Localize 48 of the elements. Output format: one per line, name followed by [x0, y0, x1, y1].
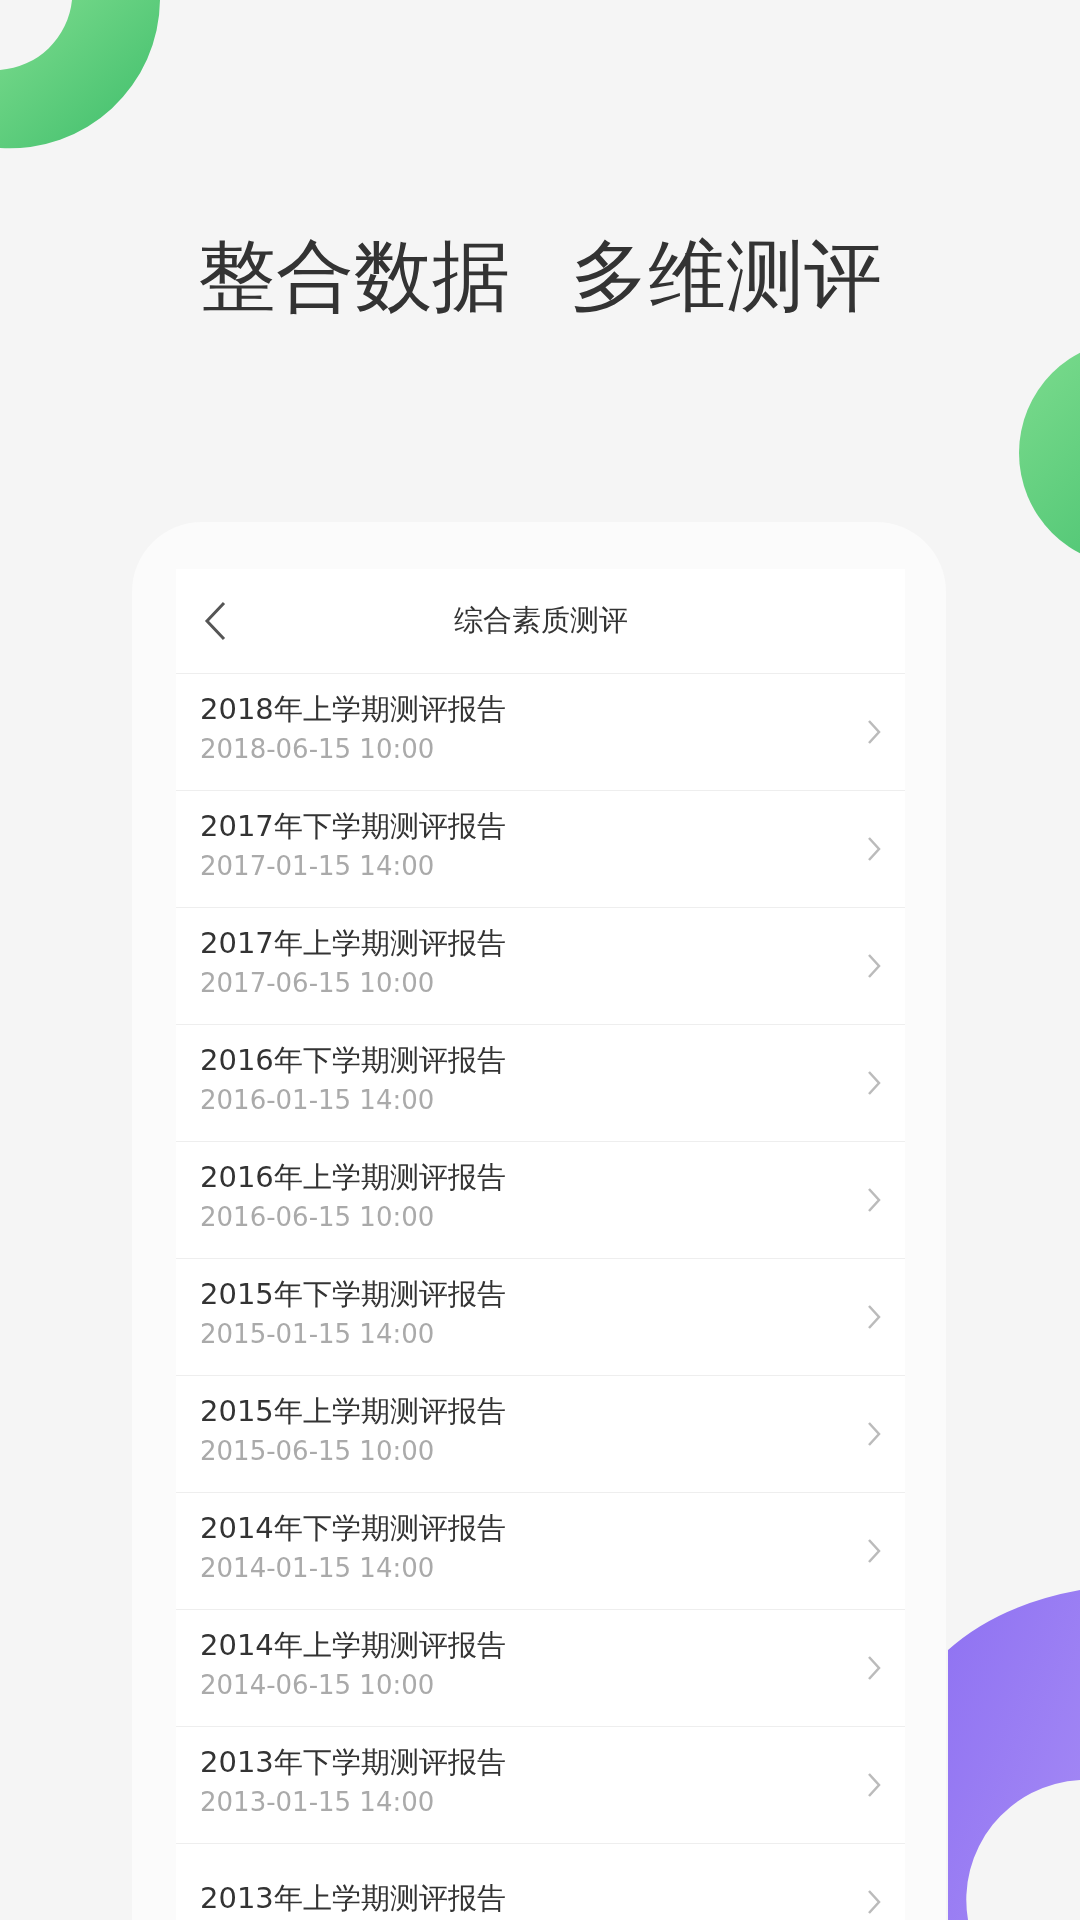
chevron-icon: [867, 719, 881, 745]
report-title: 2016年上学期测评报告: [200, 1159, 507, 1195]
chevron-icon: [867, 953, 881, 979]
report-item[interactable]: 2017年下学期测评报告 2017-01-15 14:00: [176, 791, 905, 908]
chevron-icon: [867, 1070, 881, 1096]
report-item[interactable]: 2015年下学期测评报告 2015-01-15 14:00: [176, 1259, 905, 1376]
report-item[interactable]: 2017年上学期测评报告 2017-06-15 10:00: [176, 908, 905, 1025]
report-title: 2014年下学期测评报告: [200, 1510, 507, 1546]
report-time: 2014-06-15 10:00: [200, 1669, 436, 1701]
report-time: 2016-01-15 14:00: [200, 1084, 436, 1116]
chevron-icon: [867, 1421, 881, 1447]
report-item[interactable]: 2015年上学期测评报告 2015-06-15 10:00: [176, 1376, 905, 1493]
report-title: 2015年下学期测评报告: [200, 1276, 507, 1312]
report-title: 2017年上学期测评报告: [200, 925, 507, 961]
report-item[interactable]: 2013年下学期测评报告 2013-01-15 14:00: [176, 1727, 905, 1844]
report-time: 2015-01-15 14:00: [200, 1318, 436, 1350]
chevron-icon: [867, 1772, 881, 1798]
report-title: 2013年上学期测评报告: [200, 1880, 507, 1916]
report-item[interactable]: 2016年上学期测评报告 2016-06-15 10:00: [176, 1142, 905, 1259]
back-icon: [204, 601, 226, 641]
report-item[interactable]: 2014年上学期测评报告 2014-06-15 10:00: [176, 1610, 905, 1727]
headline-text: 多维测评: [570, 230, 882, 323]
report-time: 2017-06-15 10:00: [200, 967, 436, 999]
report-title: 2014年上学期测评报告: [200, 1627, 507, 1663]
report-time: 2015-06-15 10:00: [200, 1435, 436, 1467]
chevron-icon: [867, 836, 881, 862]
report-title: 2016年下学期测评报告: [200, 1042, 507, 1078]
report-time: 2016-06-15 10:00: [200, 1201, 436, 1233]
report-item[interactable]: 2016年下学期测评报告 2016-01-15 14:00: [176, 1025, 905, 1142]
report-title: 2017年下学期测评报告: [200, 808, 507, 844]
report-item[interactable]: 2014年下学期测评报告 2014-01-15 14:00: [176, 1493, 905, 1610]
chevron-icon: [867, 1187, 881, 1213]
report-time: 2013-01-15 14:00: [200, 1786, 436, 1818]
chevron-icon: [867, 1538, 881, 1564]
report-title: 2015年上学期测评报告: [200, 1393, 507, 1429]
report-time: 2014-01-15 14:00: [200, 1552, 436, 1584]
report-item[interactable]: 2018年上学期测评报告 2018-06-15 10:00: [176, 674, 905, 791]
screen-title: 综合素质测评: [453, 602, 628, 639]
report-item[interactable]: 2013年上学期测评报告: [176, 1844, 905, 1920]
report-title: 2018年上学期测评报告: [200, 691, 507, 727]
headline-text: 整合数据: [198, 230, 510, 323]
report-time: 2018-06-15 10:00: [200, 733, 436, 765]
back-button[interactable]: [204, 601, 226, 641]
chevron-icon: [867, 1655, 881, 1681]
report-time: 2017-01-15 14:00: [200, 850, 436, 882]
chevron-icon: [867, 1889, 881, 1915]
chevron-icon: [867, 1304, 881, 1330]
report-title: 2013年下学期测评报告: [200, 1744, 507, 1780]
